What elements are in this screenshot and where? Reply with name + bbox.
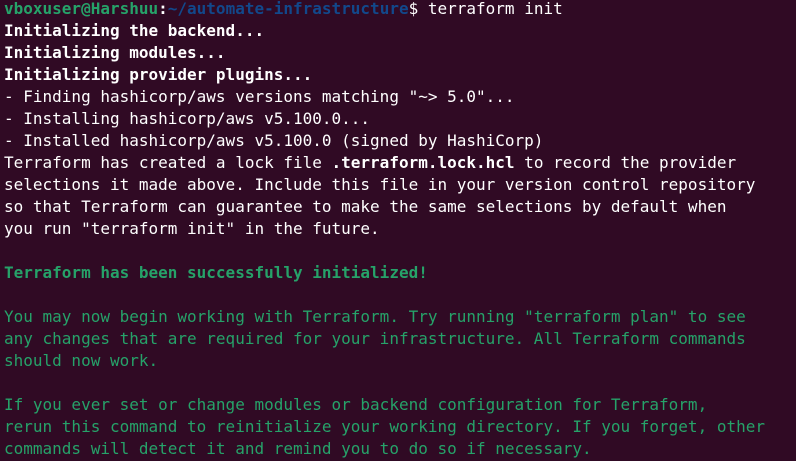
output-rerun-line-2: rerun this command to reinitialize your …	[4, 417, 765, 436]
output-lock-line-1: Terraform has created a lock file .terra…	[4, 152, 736, 174]
prompt-separator: :	[158, 0, 168, 18]
prompt-path: ~/automate-infrastructure	[167, 0, 409, 18]
output-lock-line-3: so that Terraform can guarantee to make …	[4, 197, 727, 216]
output-rerun-line-1: If you ever set or change modules or bac…	[4, 395, 708, 414]
output-begin-line-2: any changes that are required for your i…	[4, 329, 746, 348]
output-rerun-line-3: commands will detect it and remind you t…	[4, 439, 592, 458]
lock-text-pre: Terraform has created a lock file	[4, 153, 332, 172]
output-init-plugins: Initializing provider plugins...	[4, 65, 313, 84]
output-lock-line-4: you run "terraform init" in the future.	[4, 219, 380, 238]
output-installing-provider: - Installing hashicorp/aws v5.100.0...	[4, 109, 371, 128]
prompt-command: terraform init	[427, 0, 563, 18]
output-begin-line-3: should now work.	[4, 351, 159, 370]
output-lock-line-2: selections it made above. Include this f…	[4, 175, 756, 194]
lock-file-name: .terraform.lock.hcl	[331, 153, 515, 172]
output-finding-provider: - Finding hashicorp/aws versions matchin…	[4, 87, 515, 106]
prompt-symbol: $	[408, 0, 428, 18]
lock-text-post: to record the provider	[514, 153, 737, 172]
prompt-line: vboxuser@Harshuu:~/automate-infrastructu…	[4, 0, 563, 20]
output-begin-line-1: You may now begin working with Terraform…	[4, 307, 746, 326]
output-init-backend: Initializing the backend...	[4, 21, 265, 40]
output-init-modules: Initializing modules...	[4, 43, 226, 62]
output-installed-provider: - Installed hashicorp/aws v5.100.0 (sign…	[4, 131, 544, 150]
terminal-window[interactable]: vboxuser@Harshuu:~/automate-infrastructu…	[0, 0, 796, 461]
prompt-user-host: vboxuser@Harshuu	[4, 0, 159, 18]
output-success-message: Terraform has been successfully initiali…	[4, 263, 428, 282]
